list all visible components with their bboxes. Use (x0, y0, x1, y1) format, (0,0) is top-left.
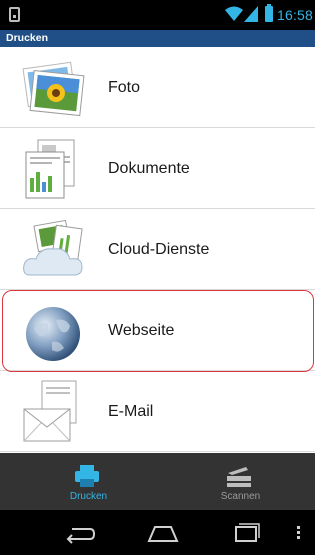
documents-icon (25, 139, 75, 199)
cloud-services-icon (23, 219, 83, 276)
menu-icon[interactable] (297, 526, 301, 540)
tab-label: Scannen (220, 491, 261, 502)
list-item-label: E-Mail (108, 403, 154, 420)
notification-icon (9, 7, 20, 22)
bottom-tab-bar: Drucken Scannen (0, 453, 315, 510)
signal-icon (244, 6, 258, 22)
printer-icon (75, 465, 99, 487)
list-item-dokumente[interactable]: Dokumente (0, 128, 315, 209)
status-bar: 16:58 (0, 0, 315, 30)
list-item-label: Cloud-Dienste (108, 241, 210, 258)
photo-icon (22, 61, 85, 117)
back-icon[interactable] (62, 521, 98, 545)
highlight-outline (2, 290, 314, 372)
recent-apps-icon[interactable] (228, 521, 264, 545)
wifi-icon (225, 6, 243, 21)
list-item-label: Dokumente (108, 160, 190, 177)
list-item-label: Foto (108, 79, 141, 96)
tab-label: Drucken (69, 491, 108, 502)
battery-icon (265, 4, 273, 22)
app-screen: 16:58 Drucken Foto Dokumente Cloud-Diens… (0, 0, 315, 555)
tab-drucken[interactable]: Drucken (10, 453, 167, 510)
scanner-icon (227, 467, 251, 487)
print-source-list: Foto Dokumente Cloud-Dienste Webseite E-… (0, 47, 315, 453)
tab-scannen[interactable]: Scannen (162, 453, 319, 510)
list-item-foto[interactable]: Foto (0, 47, 315, 128)
email-icon (23, 380, 77, 442)
action-bar: Drucken (0, 30, 315, 47)
home-icon[interactable] (145, 521, 181, 545)
system-navigation-bar (0, 510, 315, 555)
page-title: Drucken (6, 32, 49, 44)
list-item-e-mail[interactable]: E-Mail (0, 371, 315, 452)
list-item-cloud-dienste[interactable]: Cloud-Dienste (0, 209, 315, 290)
status-time: 16:58 (277, 7, 314, 23)
